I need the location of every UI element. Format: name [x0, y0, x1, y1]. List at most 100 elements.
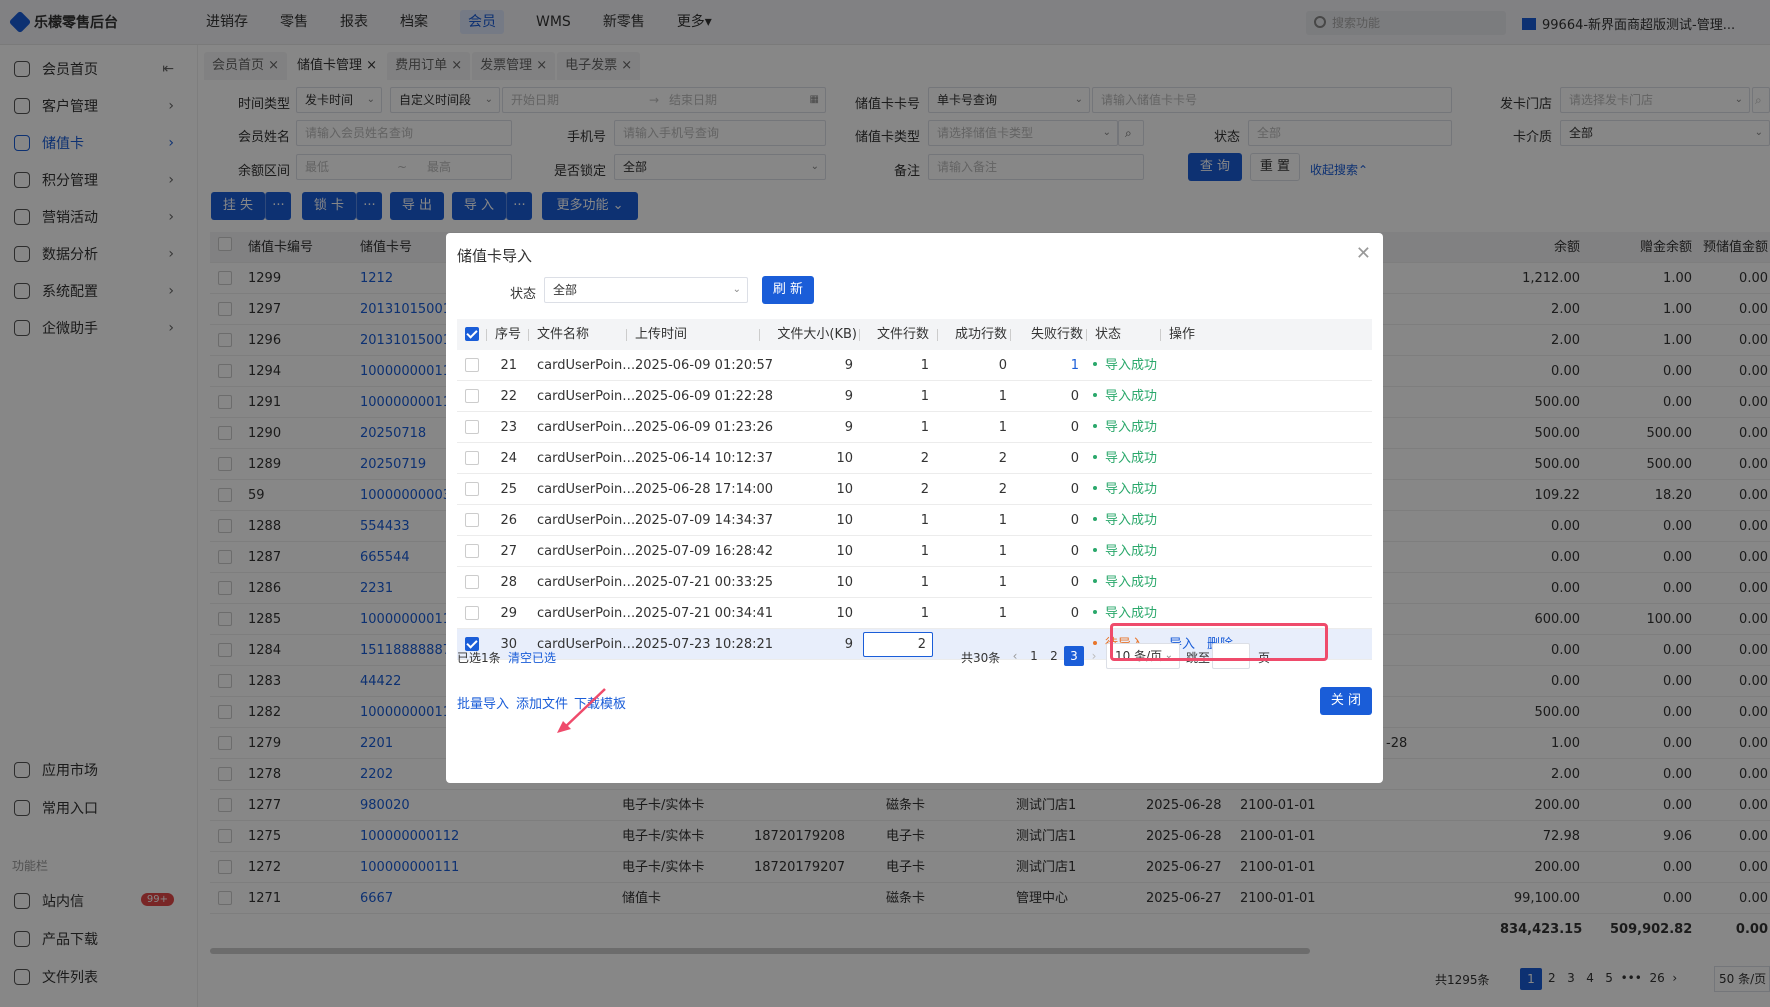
select-all-checkbox[interactable] — [465, 327, 479, 341]
row-file-lines: 1 — [920, 358, 929, 373]
row-upload-time: 2025-07-21 00:34:41 — [635, 606, 774, 621]
row-seq: 27 — [500, 544, 517, 559]
row-upload-time: 2025-06-14 10:12:37 — [635, 451, 774, 466]
row-upload-time: 2025-06-28 17:14:00 — [635, 482, 774, 497]
import-row[interactable]: 21 cardUserPoin… 2025-06-09 01:20:57 9 1 0 1 导入… — [457, 350, 1372, 381]
close-icon[interactable]: ✕ — [1356, 243, 1371, 264]
status-dot-icon — [1093, 393, 1097, 397]
selected-count: 已选1条 — [457, 651, 501, 665]
col-status: 状态 — [1095, 327, 1122, 342]
row-success-lines: 1 — [998, 513, 1007, 528]
import-table-header: 序号 文件名称 上传时间 文件大小(KB) 文件行数 成功行数 失败行数 状态 … — [457, 319, 1372, 350]
import-row[interactable]: 27 cardUserPoin… 2025-07-09 16:28:42 10 1 1 0 导… — [457, 536, 1372, 567]
row-file-size: 10 — [836, 451, 853, 466]
import-status-select[interactable]: 全部 ⌄ — [544, 277, 748, 303]
close-button[interactable]: 关 闭 — [1320, 687, 1372, 715]
row-fail-lines[interactable]: 1 — [1011, 350, 1079, 381]
batch-import-link[interactable]: 批量导入 — [457, 693, 509, 712]
row-checkbox[interactable] — [465, 358, 479, 372]
row-upload-time: 2025-07-09 16:28:42 — [635, 544, 774, 559]
row-file-size: 9 — [844, 420, 853, 435]
status-dot-icon — [1093, 486, 1097, 490]
row-file-size: 9 — [844, 358, 853, 373]
chevron-down-icon: ⌄ — [732, 284, 741, 295]
status-dot-icon — [1093, 517, 1097, 521]
row-fail-lines: 0 — [1070, 389, 1079, 404]
row-file-name: cardUserPoin… — [537, 451, 636, 466]
row-file-size: 10 — [836, 482, 853, 497]
row-checkbox[interactable] — [465, 513, 479, 527]
row-upload-time: 2025-07-23 10:28:21 — [635, 637, 774, 652]
row-status: 导入成功 — [1093, 443, 1157, 474]
row-status: 导入成功 — [1093, 536, 1157, 567]
col-fail-lines: 失败行数 — [1030, 327, 1083, 342]
import-row[interactable]: 25 cardUserPoin… 2025-06-28 17:14:00 10 2 2 0 导… — [457, 474, 1372, 505]
row-fail-lines: 0 — [1070, 575, 1079, 590]
status-dot-icon — [1093, 641, 1097, 645]
row-status: 导入成功 — [1093, 381, 1157, 412]
row-fail-lines: 0 — [1070, 451, 1079, 466]
row-checkbox[interactable] — [465, 544, 479, 558]
row-file-lines: 1 — [920, 544, 929, 559]
row-upload-time: 2025-07-09 14:34:37 — [635, 513, 774, 528]
status-dot-icon — [1093, 362, 1097, 366]
refresh-button[interactable]: 刷 新 — [762, 276, 814, 304]
row-file-lines: 1 — [920, 389, 929, 404]
row-seq: 28 — [500, 575, 517, 590]
row-upload-time: 2025-06-09 01:22:28 — [635, 389, 774, 404]
row-file-lines: 1 — [920, 575, 929, 590]
import-row[interactable]: 24 cardUserPoin… 2025-06-14 10:12:37 10 2 2 0 导… — [457, 443, 1372, 474]
page-3[interactable]: 3 — [1064, 646, 1084, 666]
row-success-lines: 1 — [998, 575, 1007, 590]
row-file-name: cardUserPoin… — [537, 513, 636, 528]
annotation-arrow-icon — [557, 688, 606, 733]
row-success-lines: 0 — [998, 358, 1007, 373]
row-fail-lines: 0 — [1070, 513, 1079, 528]
row-fail-lines: 0 — [1070, 482, 1079, 497]
row-seq: 29 — [500, 606, 517, 621]
row-seq: 22 — [500, 389, 517, 404]
row-checkbox[interactable] — [465, 482, 479, 496]
row-seq: 24 — [500, 451, 517, 466]
clear-selected-link[interactable]: 清空已选 — [508, 649, 556, 666]
row-seq: 23 — [500, 420, 517, 435]
page-1[interactable]: 1 — [1024, 646, 1044, 666]
row-status: 导入成功 — [1093, 350, 1157, 381]
row-file-lines: 1 — [920, 606, 929, 621]
row-status: 导入成功 — [1093, 412, 1157, 443]
row-fail-lines: 0 — [1070, 606, 1079, 621]
row-file-name: cardUserPoin… — [537, 389, 636, 404]
row-success-lines: 1 — [998, 606, 1007, 621]
row-success-lines: 1 — [998, 420, 1007, 435]
import-status-label: 状态 — [510, 287, 537, 302]
import-row[interactable]: 23 cardUserPoin… 2025-06-09 01:23:26 9 1 1 0 导入… — [457, 412, 1372, 443]
row-fail-lines: 0 — [1070, 420, 1079, 435]
col-actions: 操作 — [1169, 327, 1196, 342]
row-file-lines: 1 — [920, 420, 929, 435]
row-checkbox[interactable] — [465, 389, 479, 403]
row-checkbox[interactable] — [465, 420, 479, 434]
row-success-lines: 1 — [998, 544, 1007, 559]
row-checkbox[interactable] — [465, 575, 479, 589]
row-file-name: cardUserPoin… — [537, 358, 636, 373]
import-total-count: 共30条 — [961, 651, 1001, 665]
import-row[interactable]: 26 cardUserPoin… 2025-07-09 14:34:37 10 1 1 0 导… — [457, 505, 1372, 536]
row-file-size: 10 — [836, 513, 853, 528]
import-row[interactable]: 28 cardUserPoin… 2025-07-21 00:33:25 10 1 1 0 导… — [457, 567, 1372, 598]
row-file-lines: 2 — [920, 482, 929, 497]
row-checkbox[interactable] — [465, 606, 479, 620]
row-file-lines: 1 — [920, 513, 929, 528]
next-page-icon[interactable]: › — [1084, 646, 1104, 666]
row-success-lines: 2 — [998, 482, 1007, 497]
col-seq: 序号 — [495, 327, 522, 342]
status-dot-icon — [1093, 455, 1097, 459]
page-2[interactable]: 2 — [1044, 646, 1064, 666]
file-lines-input[interactable]: 2 — [863, 632, 933, 657]
row-file-size: 10 — [836, 544, 853, 559]
import-row[interactable]: 22 cardUserPoin… 2025-06-09 01:22:28 9 1 1 0 导入… — [457, 381, 1372, 412]
row-success-lines: 2 — [998, 451, 1007, 466]
row-seq: 21 — [500, 358, 517, 373]
prev-page-icon[interactable]: ‹ — [1005, 646, 1025, 666]
row-file-size: 10 — [836, 606, 853, 621]
row-checkbox[interactable] — [465, 451, 479, 465]
